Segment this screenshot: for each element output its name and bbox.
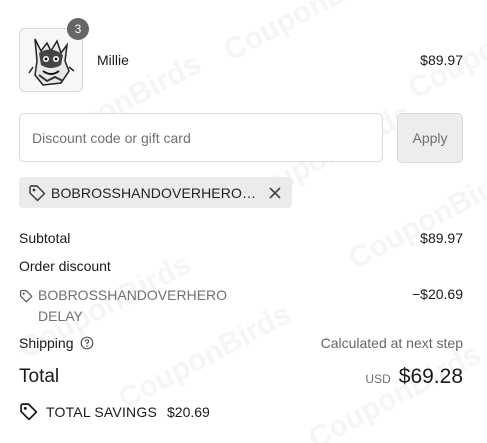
applied-discount-tag: BOBROSSHANDOVERHERODELAY	[19, 177, 292, 208]
product-thumbnail: 3	[19, 18, 89, 92]
tag-icon	[19, 289, 33, 303]
apply-discount-button[interactable]: Apply	[397, 113, 463, 163]
discount-code-row: BOBROSSHANDOVERHERO DELAY −$20.69	[19, 285, 463, 327]
order-discount-label: Order discount	[19, 258, 111, 274]
tag-icon	[29, 184, 46, 201]
cart-line-item: 3 Millie $89.97	[19, 18, 463, 92]
subtotal-value: $89.97	[420, 230, 463, 246]
watermark: CouponBirds	[303, 337, 487, 443]
shipping-row: Shipping Calculated at next step	[19, 335, 463, 351]
discount-amount: −$20.69	[412, 286, 463, 302]
product-image-icon	[28, 38, 75, 86]
product-price: $89.97	[420, 52, 463, 68]
help-icon[interactable]	[80, 336, 94, 350]
total-row: Total USD $69.28	[19, 365, 463, 389]
total-savings-row: TOTAL SAVINGS $20.69	[19, 402, 210, 421]
subtotal-row: Subtotal $89.97	[19, 230, 463, 246]
savings-value: $20.69	[167, 403, 210, 420]
savings-tag-icon	[20, 403, 38, 421]
discount-form: Apply	[19, 113, 463, 163]
shipping-label: Shipping	[19, 335, 74, 351]
quantity-badge: 3	[67, 18, 89, 40]
savings-label: TOTAL SAVINGS	[46, 403, 157, 420]
applied-discount-code: BOBROSSHANDOVERHERODELAY	[51, 184, 256, 201]
discount-code-input[interactable]	[19, 113, 383, 162]
order-discount-row: Order discount	[19, 258, 463, 274]
total-value: $69.28	[398, 365, 463, 388]
shipping-value: Calculated at next step	[320, 335, 463, 351]
currency-code: USD	[365, 372, 391, 386]
remove-discount-icon[interactable]	[268, 186, 282, 200]
product-name: Millie	[97, 52, 129, 68]
total-label: Total	[19, 366, 60, 387]
subtotal-label: Subtotal	[19, 230, 71, 246]
discount-code-text: BOBROSSHANDOVERHERO DELAY	[38, 287, 228, 324]
